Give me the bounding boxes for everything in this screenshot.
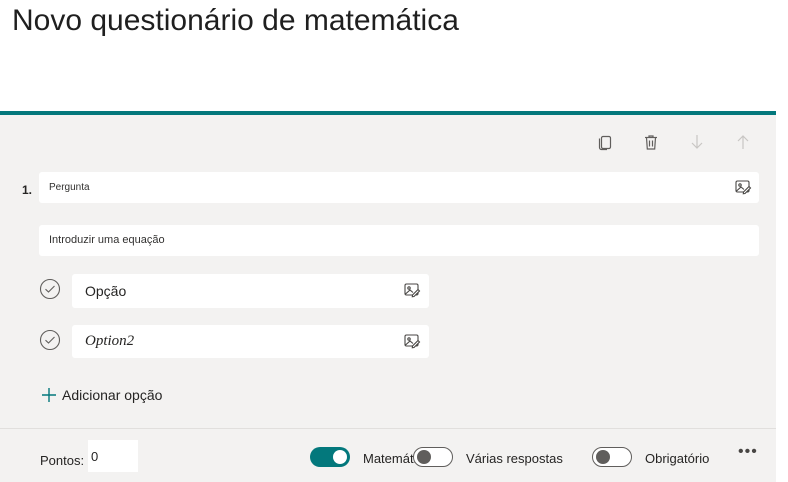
points-label: Pontos:	[40, 453, 85, 468]
toggle-knob	[333, 450, 347, 464]
arrow-down-icon	[688, 133, 706, 156]
toggle-knob	[417, 450, 431, 464]
delete-question-button[interactable]	[639, 132, 663, 156]
math-toggle[interactable]	[310, 447, 350, 467]
option-2-correct-toggle[interactable]	[39, 329, 61, 356]
multiple-answers-label: Várias respostas	[466, 451, 563, 466]
footer-divider	[0, 428, 776, 429]
equation-placeholder: Introduzir uma equação	[49, 234, 165, 246]
copy-icon	[596, 133, 614, 156]
option-1-field[interactable]: Opção	[72, 274, 429, 308]
question-card: 1. Pergunta Introduzir uma equação Opção	[0, 111, 776, 482]
more-options-icon[interactable]: •••	[738, 443, 758, 461]
move-down-button[interactable]	[685, 132, 709, 156]
insert-image-icon[interactable]	[733, 177, 753, 197]
multiple-answers-toggle[interactable]	[413, 447, 453, 467]
option-1-correct-toggle[interactable]	[39, 278, 61, 305]
plus-icon	[40, 386, 58, 404]
move-up-button[interactable]	[731, 132, 755, 156]
option-1-label: Opção	[85, 283, 127, 299]
points-input[interactable]	[88, 440, 138, 472]
equation-field[interactable]: Introduzir uma equação	[39, 225, 759, 256]
option-2-label: Option2	[85, 333, 135, 349]
option-2-field[interactable]: Option2	[72, 325, 429, 358]
insert-image-icon[interactable]	[402, 331, 422, 351]
arrow-up-icon	[734, 133, 752, 156]
insert-image-icon[interactable]	[402, 280, 422, 300]
add-option-button[interactable]: Adicionar opção	[40, 386, 162, 404]
add-option-label: Adicionar opção	[62, 387, 163, 403]
check-circle-icon	[39, 278, 61, 305]
check-circle-icon	[39, 329, 61, 356]
required-label: Obrigatório	[645, 451, 710, 466]
question-field[interactable]: Pergunta	[39, 172, 759, 203]
question-number: 1.	[22, 183, 33, 197]
page-title: Novo questionário de matemática	[12, 4, 459, 37]
toggle-knob	[596, 450, 610, 464]
trash-icon	[642, 133, 660, 156]
copy-question-button[interactable]	[593, 132, 617, 156]
question-placeholder: Pergunta	[49, 182, 90, 193]
required-toggle[interactable]	[592, 447, 632, 467]
